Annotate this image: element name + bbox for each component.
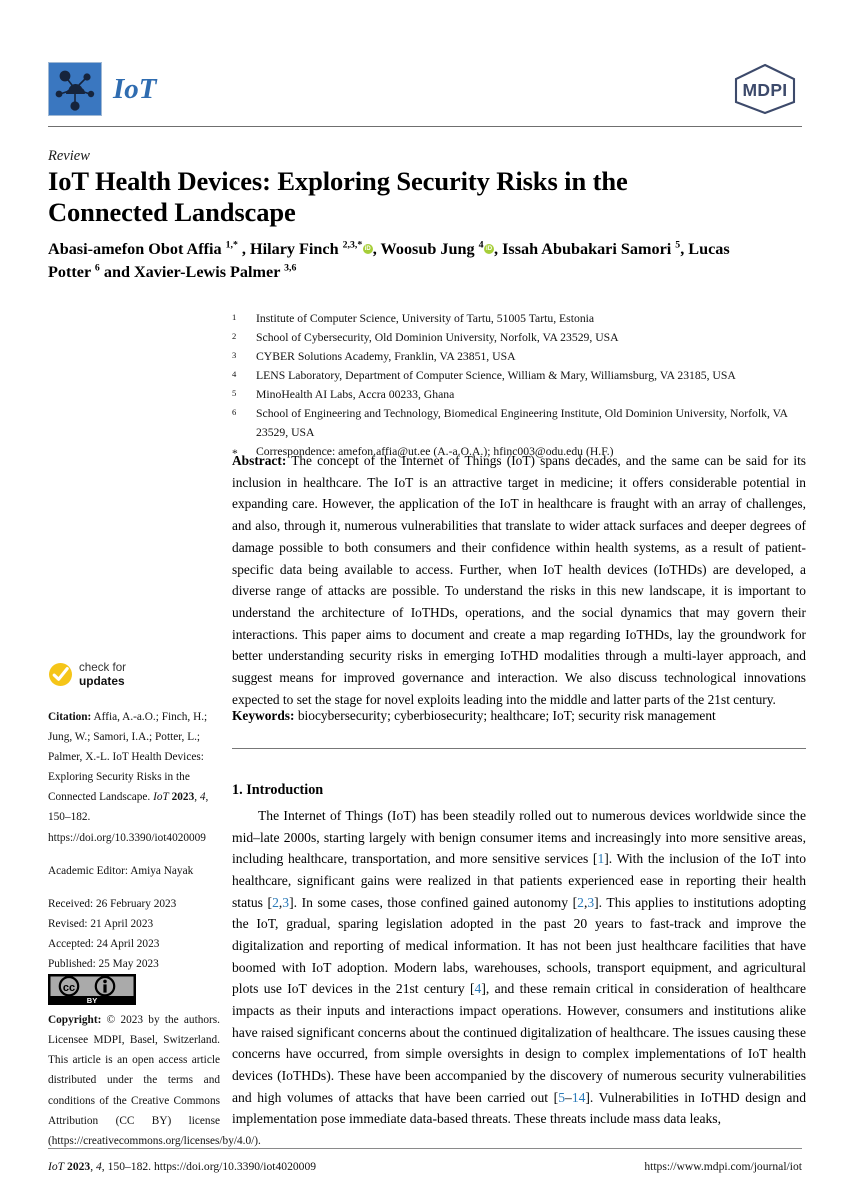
affiliation-list: 1 Institute of Computer Science, Universi… bbox=[232, 310, 810, 463]
citation-link[interactable]: 3 bbox=[587, 895, 594, 910]
keywords-text: biocybersecurity; cyberbiosecurity; heal… bbox=[297, 708, 716, 723]
affiliation-marker: 6 bbox=[232, 406, 237, 417]
author-list: Abasi-amefon Obot Affia 1,* , Hilary Fin… bbox=[48, 238, 768, 285]
svg-text:MDPI: MDPI bbox=[743, 80, 788, 100]
affiliation-marker: 3 bbox=[232, 349, 237, 360]
footer-divider bbox=[48, 1148, 802, 1149]
svg-text:cc: cc bbox=[63, 982, 75, 994]
section-divider bbox=[232, 748, 806, 749]
citation-link[interactable]: 2 bbox=[272, 895, 279, 910]
abstract-label: Abstract: bbox=[232, 453, 287, 468]
paper-page: IoT MDPI Review IoT Health Devices: Expl… bbox=[0, 0, 850, 1202]
citation-link[interactable]: 1 bbox=[597, 851, 604, 866]
publication-date: Revised: 21 April 2023 bbox=[48, 917, 154, 930]
affiliation-text: School of Engineering and Technology, Bi… bbox=[256, 406, 788, 439]
mdpi-logo: MDPI bbox=[728, 62, 802, 116]
keywords-label: Keywords: bbox=[232, 708, 295, 723]
affiliation-item: 4 LENS Laboratory, Department of Computer… bbox=[232, 367, 810, 386]
affiliation-item: 1 Institute of Computer Science, Universi… bbox=[232, 310, 810, 329]
citation-block: Citation: Affia, A.-a.O.; Finch, H.; Jun… bbox=[48, 711, 209, 844]
article-metadata-sidebar: check for updates Citation: Affia, A.-a.… bbox=[48, 661, 261, 1151]
citation-link[interactable]: 2 bbox=[577, 895, 584, 910]
footer-journal-url: https://www.mdpi.com/journal/iot bbox=[644, 1160, 802, 1173]
publication-date: Published: 25 May 2023 bbox=[48, 958, 159, 971]
affiliation-marker: 5 bbox=[232, 387, 237, 398]
journal-title: IoT bbox=[113, 72, 157, 105]
check-for-updates-line2: updates bbox=[79, 674, 125, 688]
article-type: Review bbox=[48, 148, 90, 164]
svg-text:BY: BY bbox=[87, 996, 97, 1005]
check-for-updates-line1: check for bbox=[79, 661, 127, 674]
page-title: IoT Health Devices: Exploring Security R… bbox=[48, 166, 628, 227]
creative-commons-by-icon[interactable]: cc BY bbox=[48, 974, 136, 1009]
check-circle-icon bbox=[48, 662, 73, 687]
academic-editor: Academic Editor: Amiya Nayak bbox=[48, 864, 194, 877]
citation-link[interactable]: 3 bbox=[282, 895, 289, 910]
section-heading: 1. Introduction bbox=[232, 782, 324, 798]
affiliation-text: School of Cybersecurity, Old Dominion Un… bbox=[256, 330, 619, 344]
affiliation-item: 5 MinoHealth AI Labs, Accra 00233, Ghana bbox=[232, 386, 810, 405]
affiliation-text: Institute of Computer Science, Universit… bbox=[256, 312, 595, 325]
page-header: IoT MDPI bbox=[48, 62, 802, 124]
citation-link[interactable]: 5 bbox=[558, 1090, 565, 1105]
affiliation-marker: 2 bbox=[232, 330, 237, 341]
publication-dates: Received: 26 February 2023 Revised: 21 Ap… bbox=[48, 894, 220, 974]
orcid-icon bbox=[484, 244, 495, 254]
affiliation-text: LENS Laboratory, Department of Computer … bbox=[256, 368, 736, 382]
affiliation-text: CYBER Solutions Academy, Franklin, VA 23… bbox=[256, 349, 516, 363]
journal-logo: IoT bbox=[48, 62, 157, 116]
section-body: The Internet of Things (IoT) has been st… bbox=[232, 808, 807, 1127]
citation-link[interactable]: 4 bbox=[475, 981, 482, 996]
abstract-text: The concept of the Internet of Things (I… bbox=[232, 453, 806, 707]
affiliation-item: 6 School of Engineering and Technology, B… bbox=[232, 405, 810, 443]
affiliation-item: 2 School of Cybersecurity, Old Dominion U… bbox=[232, 329, 810, 348]
orcid-icon bbox=[362, 244, 373, 254]
publication-date: Accepted: 24 April 2023 bbox=[48, 937, 160, 950]
abstract: Abstract: The concept of the Internet of… bbox=[232, 450, 806, 710]
check-for-updates-badge[interactable]: check for updates bbox=[48, 661, 220, 698]
affiliation-text: MinoHealth AI Labs, Accra 00233, Ghana bbox=[256, 387, 455, 401]
keywords: Keywords: biocybersecurity; cyberbiosecu… bbox=[232, 705, 806, 726]
affiliation-marker: 4 bbox=[232, 368, 237, 379]
iot-network-cloud-icon bbox=[48, 62, 102, 116]
header-divider bbox=[48, 126, 802, 127]
copyright-block: Copyright: © 2023 by the authors. Licens… bbox=[48, 1014, 261, 1147]
citation-link[interactable]: 14 bbox=[572, 1090, 586, 1105]
footer-citation: IoT 2023, 4, 150–182. https://doi.org/10… bbox=[48, 1160, 317, 1173]
affiliation-marker: 1 bbox=[232, 312, 237, 322]
publication-date: Received: 26 February 2023 bbox=[48, 897, 177, 910]
affiliation-item: 3 CYBER Solutions Academy, Franklin, VA 2… bbox=[232, 348, 810, 367]
